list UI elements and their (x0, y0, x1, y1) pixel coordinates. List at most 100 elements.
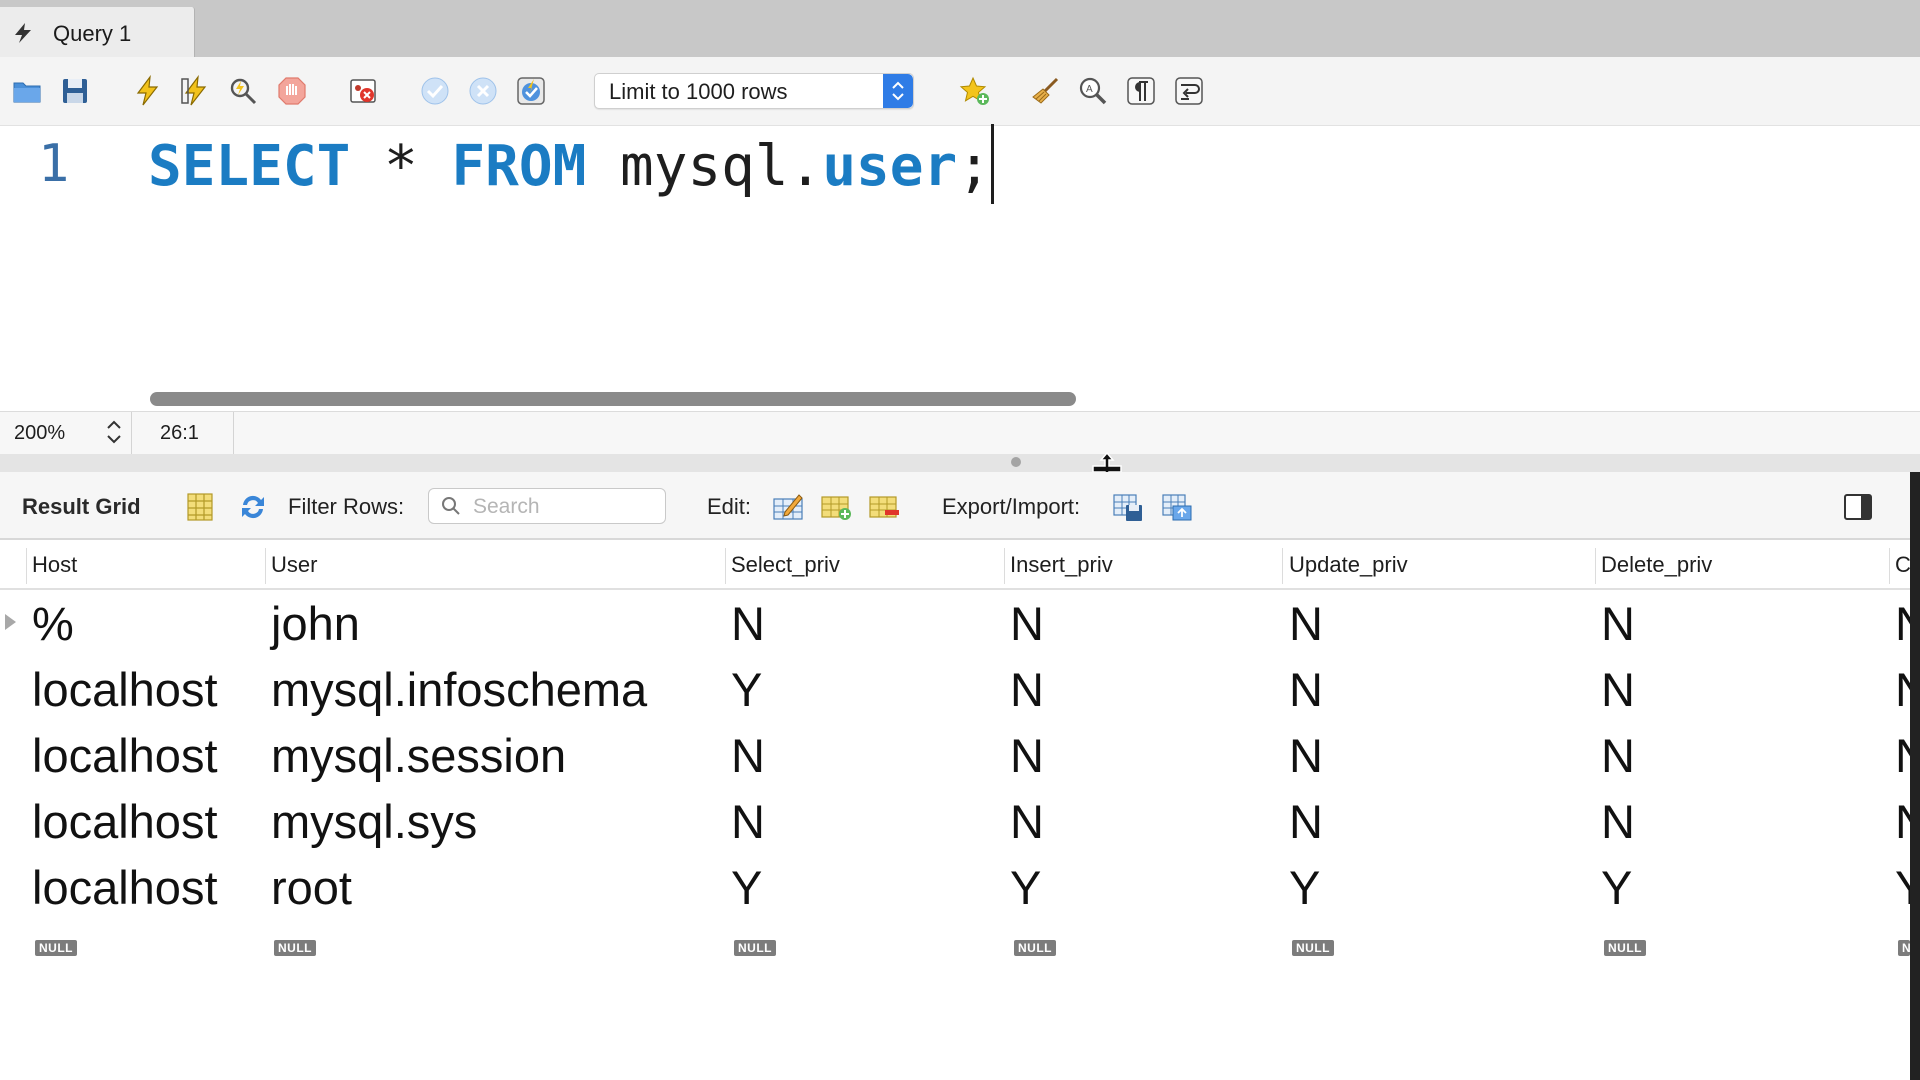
find-magnifier-icon[interactable]: A (1076, 74, 1110, 108)
cell-select-priv[interactable]: Y (731, 860, 762, 915)
cell-delete-priv[interactable]: N (1601, 728, 1635, 783)
tab-query-1[interactable]: Query 1 (0, 7, 195, 57)
cell-insert-priv[interactable]: N (1010, 794, 1044, 849)
invisible-chars-icon[interactable] (1124, 74, 1158, 108)
column-header-user[interactable]: User (271, 552, 317, 578)
insert-row-icon[interactable] (819, 490, 853, 524)
null-badge: NULL (1014, 940, 1056, 956)
cell-select-priv[interactable]: N (731, 728, 765, 783)
explain-icon[interactable] (226, 74, 260, 108)
toggle-side-panel-icon[interactable] (1841, 490, 1875, 524)
cell-update-priv[interactable]: N (1289, 596, 1323, 651)
table-row[interactable]: localhost mysql.session N N N N N (0, 726, 1910, 790)
cell-insert-priv[interactable]: N (1010, 596, 1044, 651)
search-placeholder: Search (473, 495, 540, 518)
cell-delete-priv[interactable]: N (1601, 596, 1635, 651)
cell-host[interactable]: % (32, 596, 74, 651)
grid-columns-icon[interactable] (183, 490, 217, 524)
lightning-icon (15, 23, 31, 43)
column-divider (26, 548, 27, 584)
search-icon (442, 497, 460, 515)
cell-user[interactable]: root (271, 860, 352, 915)
cell-delete-priv[interactable]: N (1601, 662, 1635, 717)
open-folder-icon[interactable] (10, 74, 44, 108)
cell-insert-priv[interactable]: N (1010, 728, 1044, 783)
star-operator: * (384, 134, 418, 199)
line-number: 1 (38, 134, 70, 194)
cell-host[interactable]: localhost (32, 860, 218, 915)
rollback-icon[interactable] (466, 74, 500, 108)
cell-update-priv[interactable]: N (1289, 728, 1323, 783)
column-divider (1004, 548, 1005, 584)
new-row-placeholder[interactable]: NULL NULL NULL NULL NULL NULL NULL (0, 938, 1910, 964)
editor-horizontal-scrollbar[interactable] (150, 392, 1076, 406)
cell-host[interactable]: localhost (32, 794, 218, 849)
cell-delete-priv[interactable]: N (1601, 794, 1635, 849)
table-row[interactable]: localhost root Y Y Y Y Y (0, 858, 1910, 922)
execute-icon[interactable] (130, 74, 164, 108)
statement-terminator: ; (957, 134, 991, 199)
cell-delete-priv[interactable]: Y (1601, 860, 1632, 915)
stop-icon[interactable] (275, 74, 309, 108)
commit-icon[interactable] (418, 74, 452, 108)
cell-truncated[interactable]: N (1895, 728, 1910, 783)
cell-update-priv[interactable]: Y (1289, 860, 1320, 915)
table-row[interactable]: localhost mysql.infoschema Y N N N N (0, 660, 1910, 724)
column-divider (1889, 548, 1890, 584)
zoom-stepper-icon[interactable] (104, 416, 124, 448)
cell-insert-priv[interactable]: N (1010, 662, 1044, 717)
text-caret (991, 124, 994, 204)
limit-rows-value: Limit to 1000 rows (609, 79, 788, 104)
cell-insert-priv[interactable]: Y (1010, 860, 1041, 915)
cell-truncated[interactable]: Y (1895, 860, 1910, 915)
import-icon[interactable] (1160, 490, 1194, 524)
edit-label: Edit: (707, 494, 752, 519)
bookmark-star-icon[interactable] (958, 74, 992, 108)
dot-separator: . (788, 134, 823, 199)
execute-current-icon[interactable] (178, 74, 212, 108)
cell-update-priv[interactable]: N (1289, 794, 1323, 849)
save-icon[interactable] (58, 74, 92, 108)
cell-truncated[interactable]: N (1895, 662, 1910, 717)
column-header-host[interactable]: Host (32, 552, 77, 578)
keyword-from: FROM (451, 134, 587, 199)
cell-select-priv[interactable]: N (731, 596, 765, 651)
cell-user[interactable]: mysql.sys (271, 794, 477, 849)
cell-host[interactable]: localhost (32, 728, 218, 783)
column-header-update-priv[interactable]: Update_priv (1289, 552, 1408, 578)
filter-rows-label: Filter Rows: (288, 494, 405, 519)
autocommit-icon[interactable] (514, 74, 548, 108)
tab-label: Query 1 (53, 21, 132, 46)
result-grid-title: Result Grid (22, 494, 141, 519)
limit-rows-select[interactable]: Limit to 1000 rows (594, 73, 914, 109)
cell-user[interactable]: mysql.session (271, 728, 566, 783)
export-import-label: Export/Import: (942, 494, 1081, 519)
export-icon[interactable] (1111, 490, 1145, 524)
edit-cell-icon[interactable] (771, 490, 805, 524)
cell-host[interactable]: localhost (32, 662, 218, 717)
table-row[interactable]: localhost mysql.sys N N N N N (0, 792, 1910, 856)
cell-truncated[interactable]: N (1895, 794, 1910, 849)
error-toggle-icon[interactable] (346, 74, 380, 108)
side-panel-edge (1910, 472, 1920, 1080)
cell-update-priv[interactable]: N (1289, 662, 1323, 717)
panel-splitter[interactable] (0, 454, 1920, 472)
column-header-delete-priv[interactable]: Delete_priv (1601, 552, 1712, 578)
column-header-insert-priv[interactable]: Insert_priv (1010, 552, 1113, 578)
filter-search-input[interactable]: Search (428, 488, 666, 524)
splitter-handle-dot[interactable] (1011, 457, 1021, 467)
cell-user[interactable]: mysql.infoschema (271, 662, 647, 717)
delete-row-icon[interactable] (867, 490, 901, 524)
column-header-select-priv[interactable]: Select_priv (731, 552, 840, 578)
status-divider (233, 412, 234, 454)
cell-select-priv[interactable]: Y (731, 662, 762, 717)
beautify-broom-icon[interactable] (1028, 74, 1062, 108)
cell-truncated[interactable]: N (1895, 596, 1910, 651)
table-row[interactable]: % john N N N N N (0, 594, 1910, 658)
cell-select-priv[interactable]: N (731, 794, 765, 849)
refresh-icon[interactable] (236, 490, 270, 524)
column-header-truncated[interactable]: C (1895, 552, 1910, 578)
word-wrap-icon[interactable] (1172, 74, 1206, 108)
cell-user[interactable]: john (271, 596, 360, 651)
sql-code-line[interactable]: SELECT * FROM mysql.user; (148, 134, 991, 199)
